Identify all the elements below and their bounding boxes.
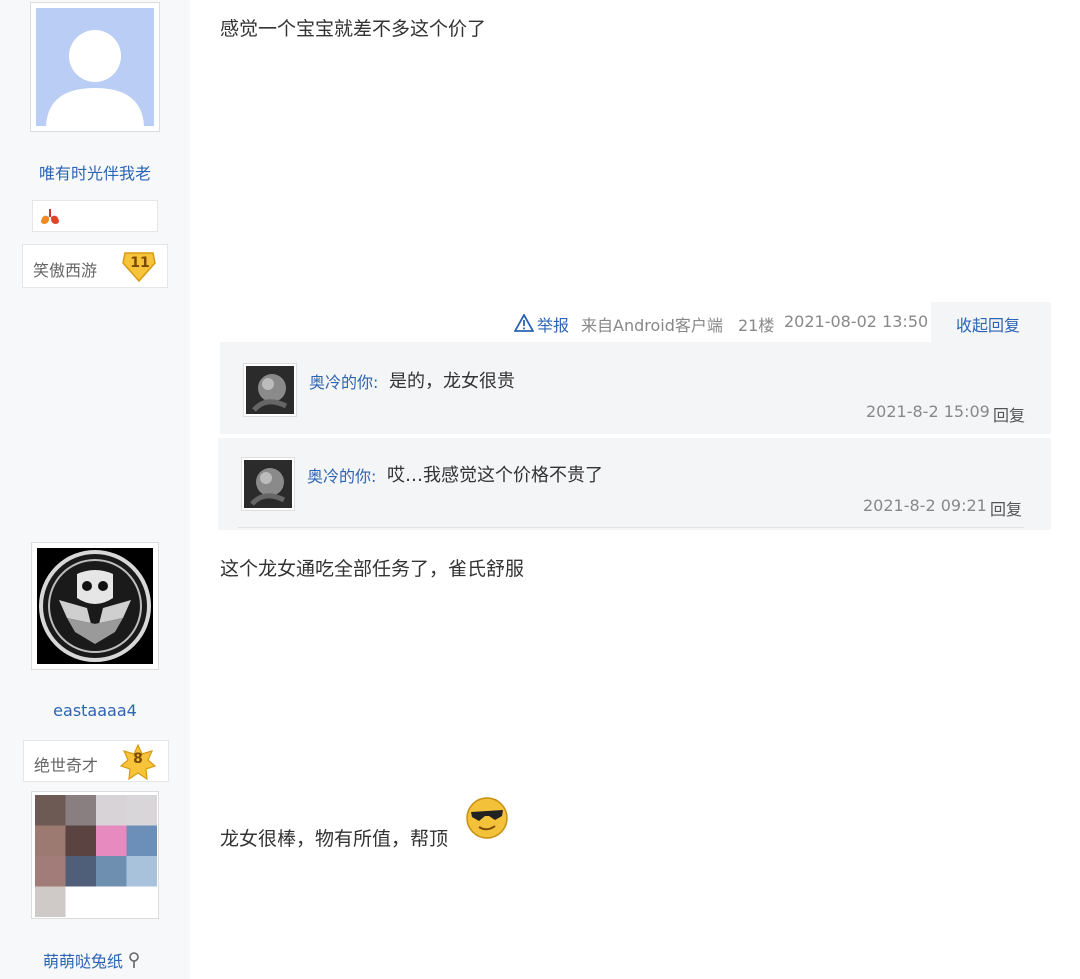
level-title: 笑傲西游 [33,261,98,280]
warning-icon [514,314,534,332]
reply-button[interactable]: 回复 [990,496,1022,520]
reply-username[interactable]: 奥冷的你: [309,369,378,393]
lungs-icon [41,209,59,224]
collapse-replies-button[interactable]: 收起回复 [956,312,1020,336]
reply-time: 2021-8-2 15:09 [866,402,990,421]
level-number: 8 [133,751,143,767]
reply-avatar[interactable] [244,364,296,416]
post-content: 这个龙女通吃全部任务了，雀氏舒服 [220,558,525,580]
reply-item: 奥冷的你: 是的，龙女很贵 2021-8-2 15:09 回复 [220,342,1051,435]
level-title: 绝世奇才 [34,756,99,775]
level-number: 11 [130,255,150,271]
reply-bottom-line [238,527,1024,528]
reply-list: 奥冷的你: 是的，龙女很贵 2021-8-2 15:09 回复 奥冷的你: 哎…… [218,342,1051,530]
reply-button[interactable]: 回复 [993,402,1025,426]
reply-text: 哎…我感觉这个价格不贵了 [387,465,603,486]
shield-emblem-avatar-icon [37,548,153,664]
post-content: 感觉一个宝宝就差不多这个价了 [220,18,487,40]
default-avatar-icon [36,8,154,126]
reply-time: 2021-8-2 09:21 [863,496,987,515]
report-link[interactable]: 举报 [537,312,569,336]
reply-avatar[interactable] [242,458,294,510]
post-username[interactable]: 唯有时光伴我老 [0,160,190,184]
username-text[interactable]: 萌萌哒兔纸 [43,952,123,971]
reply-item: 奥冷的你: 哎…我感觉这个价格不贵了 2021-8-2 09:21 回复 [218,438,1048,530]
post-username[interactable]: eastaaaa4 [0,701,190,720]
user-level-badge[interactable]: 笑傲西游 11 [22,244,168,288]
reply-avatar-image [246,366,294,414]
post-time: 2021-08-02 13:50 [784,312,929,331]
mosaic-avatar-icon [35,795,157,917]
reply-avatar-image [244,460,292,508]
user-avatar[interactable] [31,542,159,670]
female-icon [129,952,139,968]
user-level-badge[interactable]: 绝世奇才 8 [23,740,169,782]
floor-number: 21楼 [738,316,775,335]
reply-text: 是的，龙女很贵 [389,371,515,392]
source-client[interactable]: 来自Android客户端 [581,312,723,336]
reply-username[interactable]: 奥冷的你: [307,463,376,487]
user-avatar[interactable] [30,2,160,132]
post-meta: 举报 来自Android客户端 21楼 2021-08-02 13:50 [514,312,934,336]
icon-badge-row [32,200,158,232]
user-avatar[interactable] [31,791,159,919]
post-username[interactable]: 萌萌哒兔纸 [43,948,140,972]
collapse-tab[interactable]: 收起回复 [931,302,1051,344]
post-content: 龙女很棒，物有所值，帮顶 [220,824,448,851]
post-content-text: 龙女很棒，物有所值，帮顶 [220,828,449,850]
cool-face-icon [466,797,508,839]
